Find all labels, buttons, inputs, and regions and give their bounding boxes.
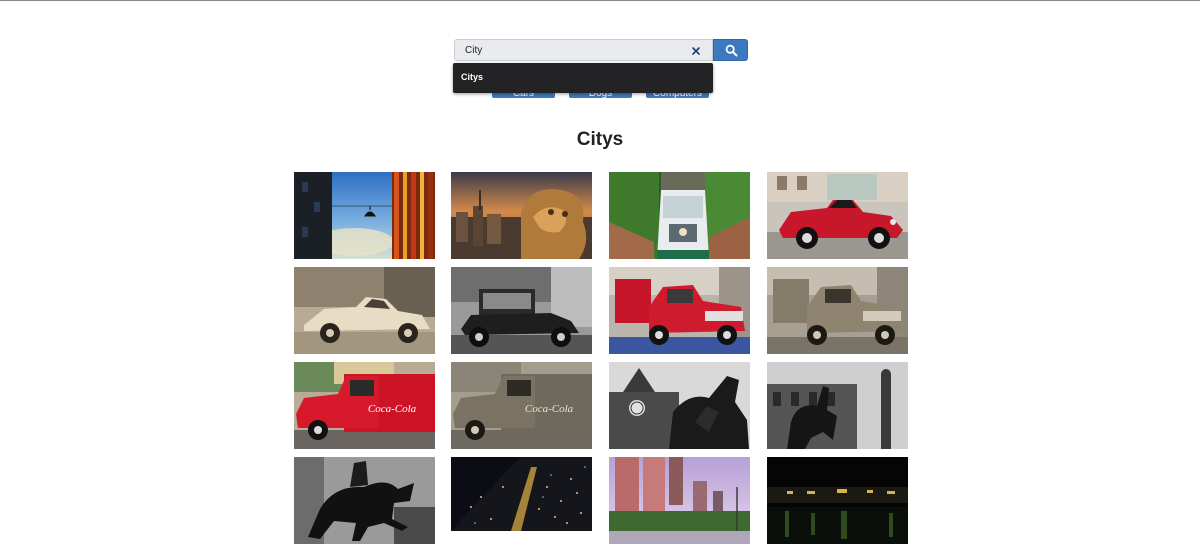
search-button[interactable] xyxy=(713,39,748,61)
search-box xyxy=(454,39,713,61)
building-lamp-photo[interactable] xyxy=(294,172,435,259)
clear-icon[interactable] xyxy=(690,44,702,56)
svg-text:Coca-Cola: Coca-Cola xyxy=(525,403,574,415)
search-icon xyxy=(725,44,738,57)
sepia-coca-cola-truck-photo[interactable]: Coca-Cola xyxy=(451,362,592,449)
suggestion-item[interactable]: Citys xyxy=(461,72,483,82)
autocomplete-dropdown: Citys xyxy=(453,63,713,93)
sepia-vintage-car-photo[interactable] xyxy=(294,267,435,354)
page-title: Citys xyxy=(576,129,624,150)
equestrian-statue-photo[interactable] xyxy=(767,362,908,449)
sepia-pickup-truck-photo[interactable] xyxy=(767,267,908,354)
night-city-aerial-photo[interactable] xyxy=(451,457,592,544)
photo-grid: Coca-Cola Coca-Cola xyxy=(294,172,908,544)
night-harbor-photo[interactable] xyxy=(767,457,908,544)
high-rise-street-photo[interactable] xyxy=(609,457,750,544)
gargoyle-cityscape-photo[interactable] xyxy=(451,172,592,259)
coca-cola-truck-photo[interactable]: Coca-Cola xyxy=(294,362,435,449)
search-input[interactable] xyxy=(465,43,685,58)
top-border xyxy=(0,0,1200,1)
red-vintage-car-photo[interactable] xyxy=(767,172,908,259)
svg-text:Coca-Cola: Coca-Cola xyxy=(368,403,417,415)
bw-vintage-car-photo[interactable] xyxy=(451,267,592,354)
horse-statue-photo[interactable] xyxy=(294,457,435,544)
clock-tower-statue-photo[interactable] xyxy=(609,362,750,449)
red-pickup-truck-photo[interactable] xyxy=(609,267,750,354)
funicular-tram-photo[interactable] xyxy=(609,172,750,259)
